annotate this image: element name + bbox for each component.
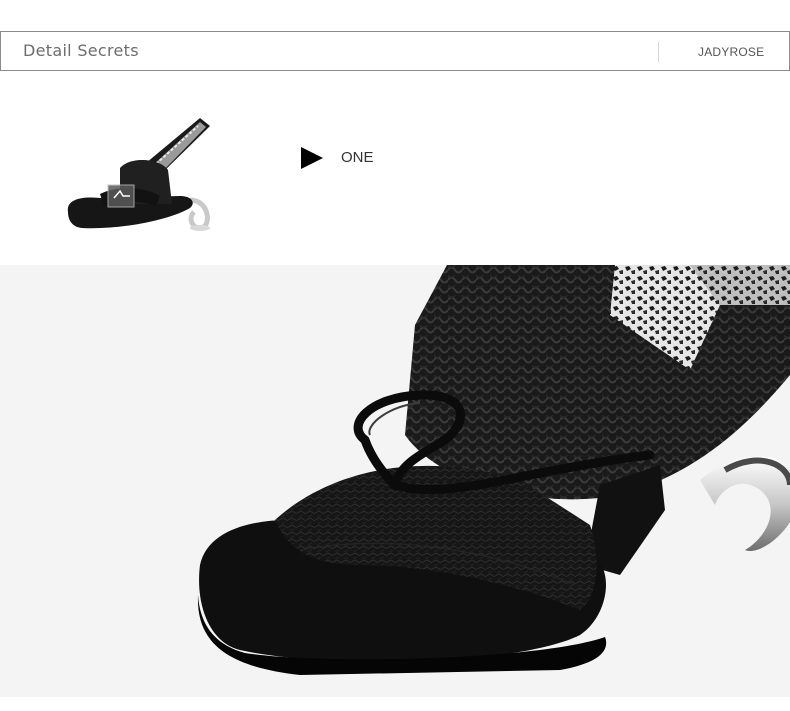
section-header: Detail Secrets JADYROSE bbox=[0, 31, 790, 71]
play-triangle-icon bbox=[301, 147, 323, 169]
step-label: ONE bbox=[341, 149, 374, 166]
section-title: Detail Secrets bbox=[23, 41, 139, 60]
detail-closeup-image bbox=[0, 265, 790, 697]
brand-name: JADYROSE bbox=[698, 45, 765, 59]
header-divider bbox=[658, 42, 659, 62]
sandal-closeup-illustration bbox=[197, 265, 790, 675]
sandal-thumbnail bbox=[67, 118, 210, 231]
